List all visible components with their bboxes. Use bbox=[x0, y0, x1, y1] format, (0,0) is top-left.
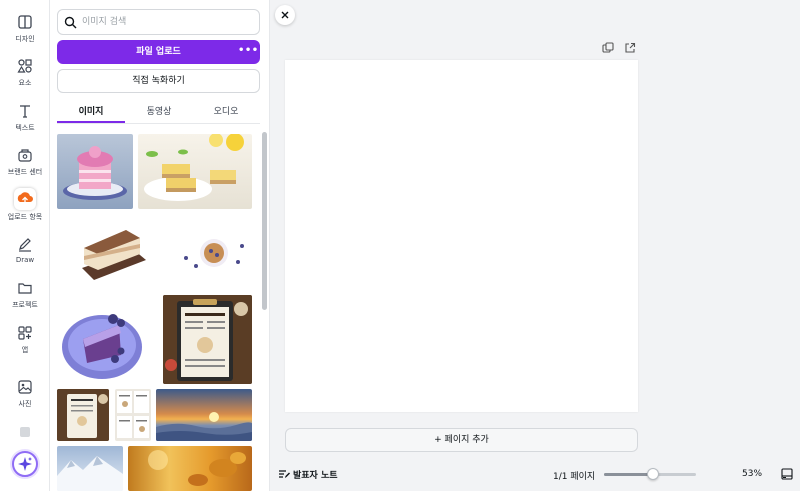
rail-item-apps[interactable]: 앱 bbox=[0, 325, 50, 355]
add-page-button[interactable]: + 페이지 추가 bbox=[285, 428, 638, 452]
image-muffin[interactable] bbox=[176, 232, 252, 274]
purple-cake-illustration bbox=[62, 314, 142, 379]
media-tabs: 이미지 동영상 오디오 bbox=[57, 100, 260, 124]
rail-item-upload[interactable]: 업로드 항목 bbox=[0, 188, 50, 222]
zoom-slider-fill bbox=[604, 473, 653, 476]
search-box[interactable] bbox=[57, 9, 260, 35]
rail-label: 앱 bbox=[21, 346, 29, 354]
uploads-panel: 파일 업로드 ••• 직접 녹화하기 이미지 동영상 오디오 bbox=[50, 0, 270, 491]
image-tiramisu[interactable] bbox=[74, 220, 153, 284]
upload-file-button[interactable]: 파일 업로드 ••• bbox=[57, 40, 260, 64]
tab-images[interactable]: 이미지 bbox=[57, 104, 125, 117]
rail-item-text[interactable]: 텍스트 bbox=[0, 103, 50, 133]
zoom-slider[interactable] bbox=[604, 468, 696, 480]
active-tab-indicator bbox=[57, 121, 125, 123]
tab-audio[interactable]: 오디오 bbox=[192, 104, 260, 117]
tab-videos[interactable]: 동영상 bbox=[125, 104, 193, 117]
bottom-bar: 발표자 노트 1/1 페이지 53% bbox=[270, 464, 800, 491]
presenter-notes-label: 발표자 노트 bbox=[293, 471, 338, 481]
lemon-bars-illustration bbox=[144, 134, 244, 201]
close-panel-button[interactable] bbox=[275, 5, 295, 25]
rail-item-elements[interactable]: 요소 bbox=[0, 58, 50, 88]
image-menu-clipboard[interactable] bbox=[163, 295, 252, 384]
apps-icon bbox=[18, 326, 32, 340]
design-canvas-page[interactable] bbox=[285, 60, 638, 412]
rail-item-projects[interactable]: 프로젝트 bbox=[0, 280, 50, 310]
autumn-leaves-illustration bbox=[148, 450, 246, 486]
pattern-icon bbox=[20, 427, 30, 437]
text-icon bbox=[20, 105, 30, 118]
rail-label: 사진 bbox=[18, 400, 32, 408]
rail-item-more[interactable] bbox=[0, 424, 50, 440]
menu-collage-illustration bbox=[117, 391, 149, 438]
rail-label: 브랜드 센터 bbox=[7, 168, 43, 176]
image-menu-collage[interactable] bbox=[115, 389, 151, 441]
image-purple-cake[interactable] bbox=[57, 299, 147, 387]
rail-item-draw[interactable]: Draw bbox=[0, 236, 50, 264]
zoom-slider-knob[interactable] bbox=[646, 468, 659, 480]
brand-icon bbox=[18, 149, 32, 162]
record-yourself-button[interactable]: 직접 녹화하기 bbox=[57, 69, 260, 93]
rail-label: Draw bbox=[15, 256, 35, 264]
upload-file-label: 파일 업로드 bbox=[136, 47, 181, 57]
rail-label: 업로드 항목 bbox=[7, 213, 43, 221]
image-menu-small[interactable] bbox=[57, 389, 109, 441]
design-icon bbox=[18, 15, 32, 29]
rail-label: 프로젝트 bbox=[12, 301, 38, 309]
close-icon bbox=[281, 11, 289, 19]
image-lemon-bars[interactable] bbox=[138, 134, 252, 209]
search-input[interactable] bbox=[82, 14, 252, 30]
sunrise-illustration bbox=[156, 412, 252, 441]
image-sunrise[interactable] bbox=[156, 389, 252, 441]
muffin-illustration bbox=[184, 239, 244, 268]
search-icon bbox=[64, 16, 77, 29]
upload-icon bbox=[14, 188, 36, 210]
menu-small-illustration bbox=[57, 389, 109, 441]
page-count: 1/1 페이지 bbox=[553, 472, 596, 482]
sparkle-icon bbox=[18, 457, 32, 471]
image-pink-cake[interactable] bbox=[57, 134, 133, 209]
image-autumn-leaves[interactable] bbox=[128, 446, 252, 491]
snow-mountain-illustration bbox=[57, 456, 123, 491]
rail-item-photos[interactable]: 사진 bbox=[0, 379, 50, 409]
left-rail: 디자인 요소 텍스트 브랜드 센터 업로드 항목 Draw 프로젝트 앱 사진 bbox=[0, 0, 50, 491]
photo-icon bbox=[18, 380, 32, 394]
menu-clipboard-illustration bbox=[163, 295, 252, 384]
folder-icon bbox=[18, 283, 32, 294]
rail-label: 텍스트 bbox=[15, 124, 35, 132]
rail-item-design[interactable]: 디자인 bbox=[0, 14, 50, 44]
image-grid bbox=[50, 124, 270, 491]
rail-label: 요소 bbox=[18, 79, 32, 87]
elements-icon bbox=[17, 59, 32, 73]
draw-icon bbox=[19, 238, 31, 252]
grid-view-icon[interactable] bbox=[781, 468, 793, 480]
pink-cake-illustration bbox=[63, 146, 127, 200]
rail-item-brand[interactable]: 브랜드 센터 bbox=[0, 147, 50, 177]
notes-icon bbox=[279, 470, 290, 478]
duplicate-page-icon[interactable] bbox=[602, 42, 614, 54]
presenter-notes-button[interactable]: 발표자 노트 bbox=[278, 468, 338, 481]
image-snow-mountain[interactable] bbox=[57, 446, 123, 491]
rail-label: 디자인 bbox=[15, 35, 35, 43]
zoom-level[interactable]: 53% bbox=[742, 469, 762, 479]
panel-scrollbar[interactable] bbox=[261, 124, 267, 486]
panel-scrollbar-thumb[interactable] bbox=[262, 132, 267, 310]
tiramisu-illustration bbox=[82, 230, 146, 280]
share-page-icon[interactable] bbox=[624, 42, 636, 54]
magic-assistant-button[interactable] bbox=[12, 451, 38, 477]
more-options-button[interactable]: ••• bbox=[238, 40, 258, 64]
